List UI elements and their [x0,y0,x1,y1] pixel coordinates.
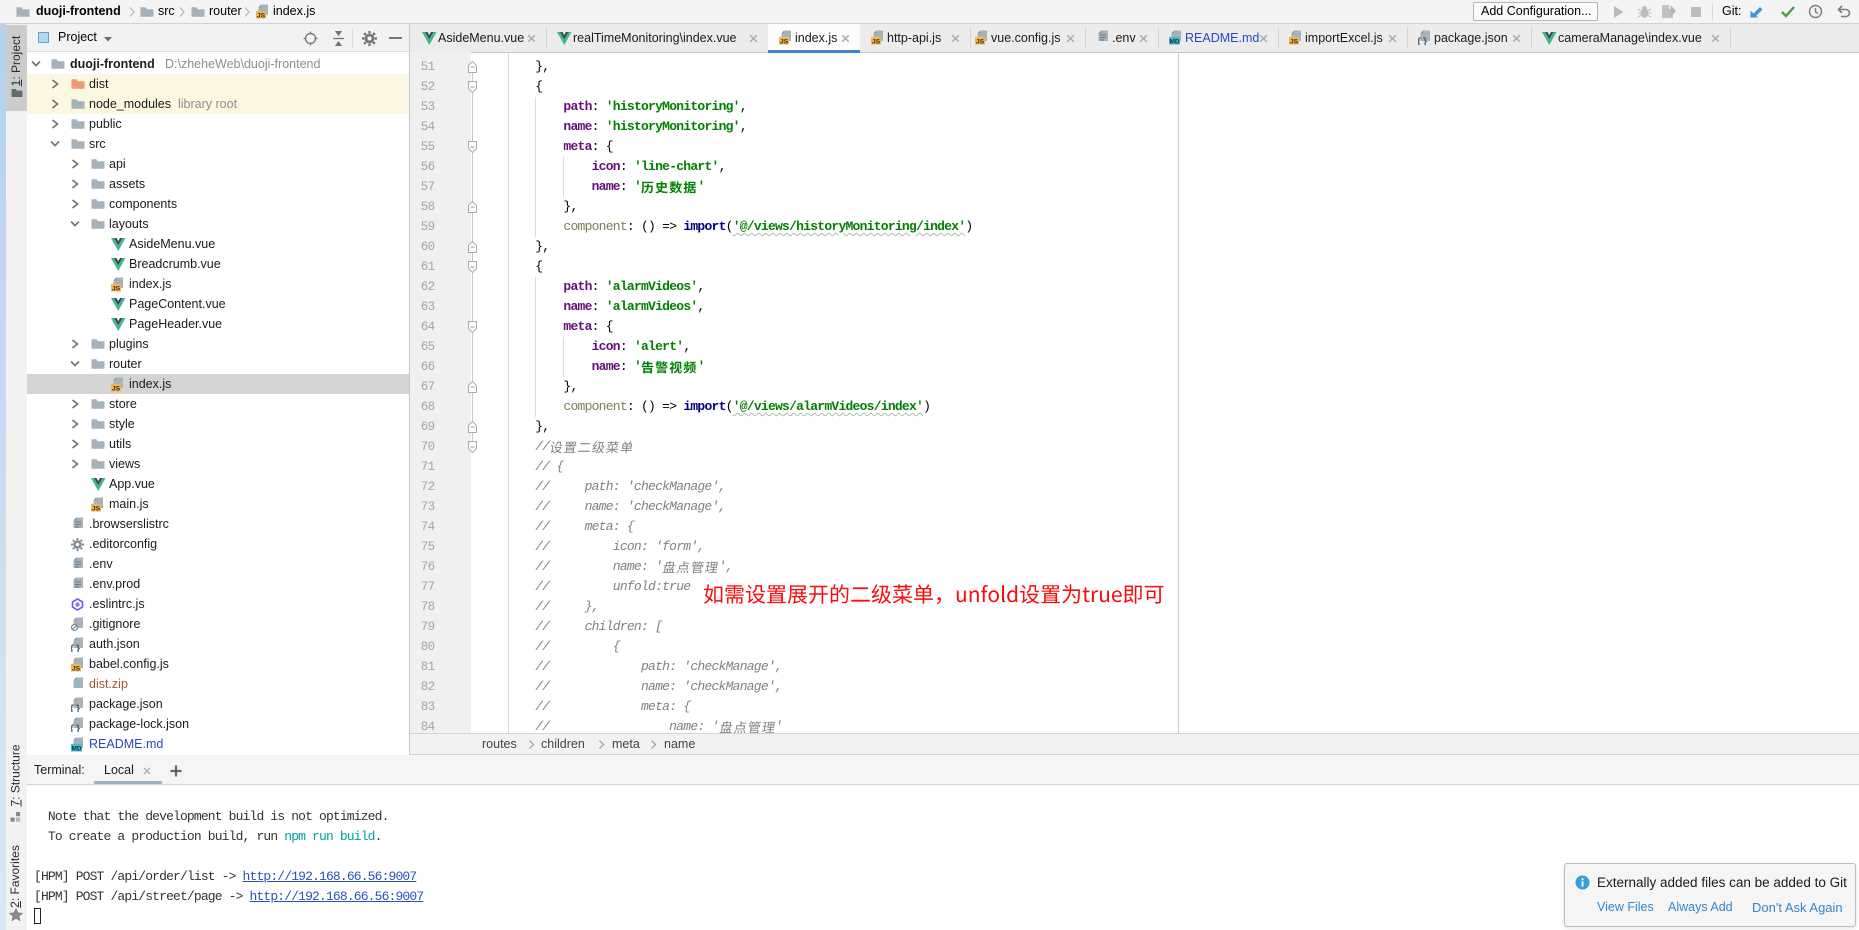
svg-text:JS: JS [1290,38,1299,45]
svg-text:MD: MD [1169,38,1179,45]
svg-text:{}: {} [1418,36,1428,45]
svg-text:MD: MD [71,745,81,752]
svg-text:JS: JS [112,285,121,292]
svg-text:JS: JS [112,385,121,392]
svg-text:JS: JS [257,12,266,19]
svg-text:{}: {} [71,643,81,652]
svg-text:{}: {} [71,723,81,732]
svg-text:JS: JS [72,665,81,672]
svg-text:JS: JS [976,38,985,45]
svg-text:{}: {} [71,703,81,712]
svg-text:JS: JS [780,38,789,45]
svg-text:JS: JS [92,505,101,512]
svg-text:JS: JS [872,38,881,45]
